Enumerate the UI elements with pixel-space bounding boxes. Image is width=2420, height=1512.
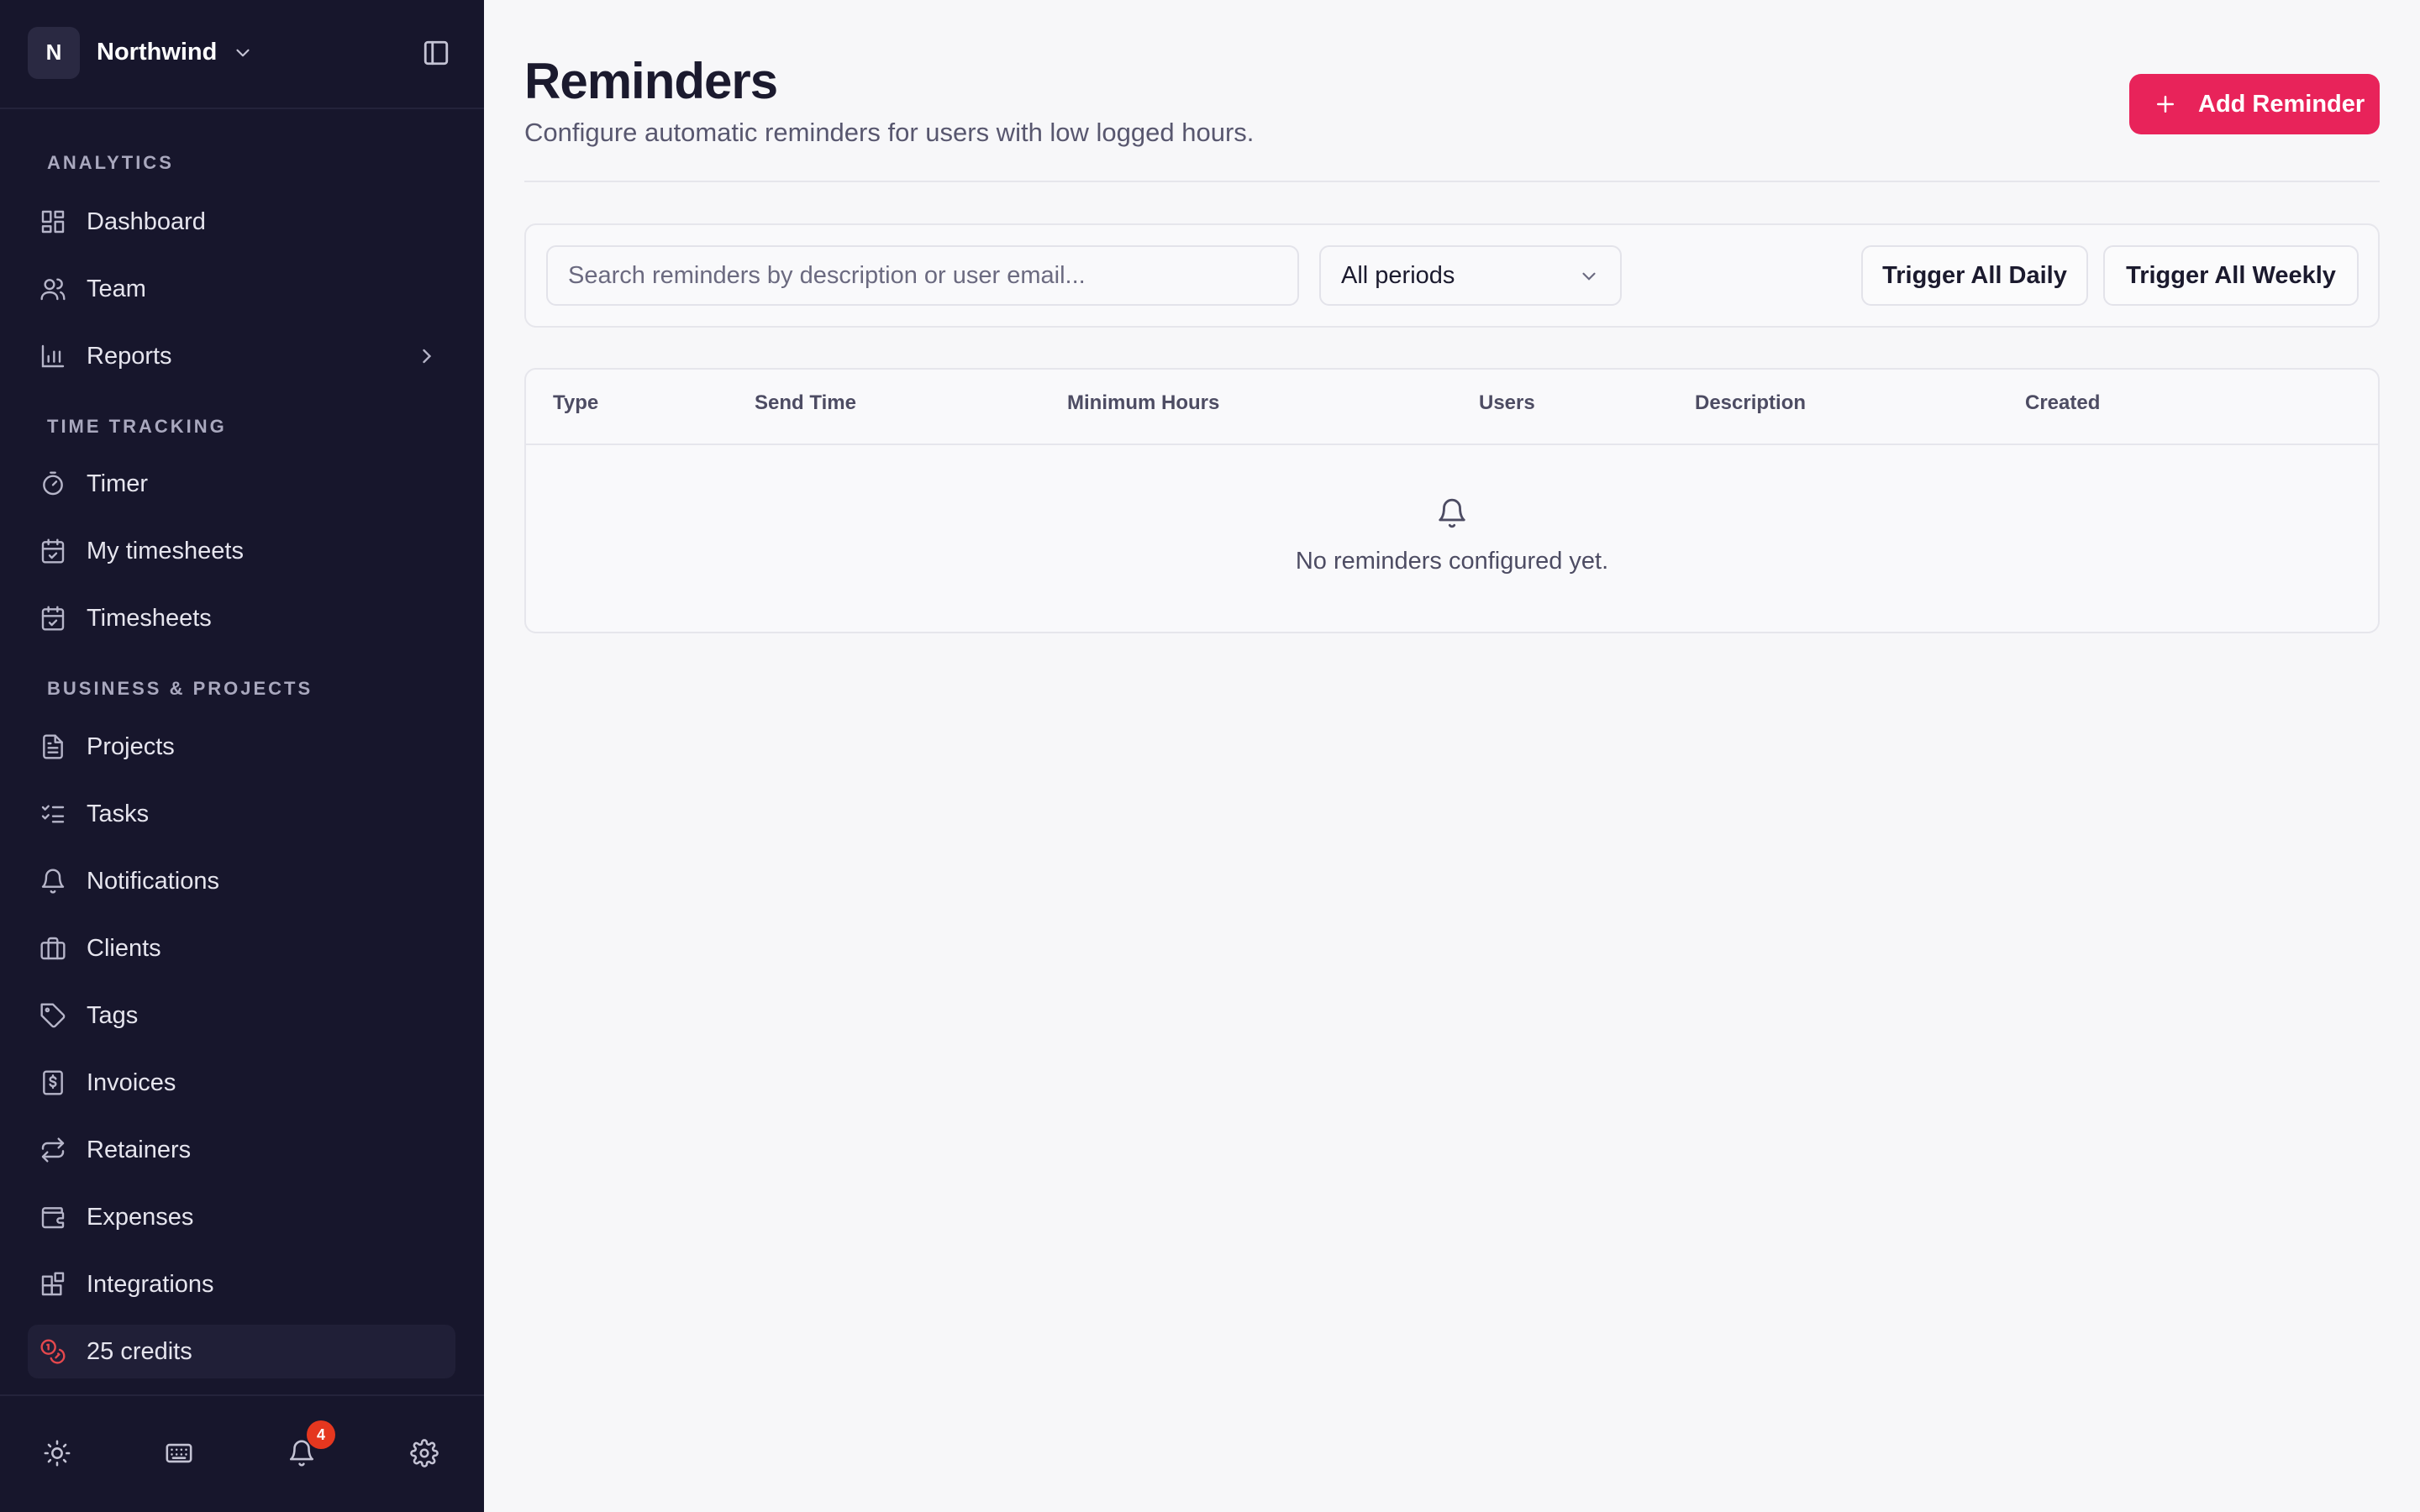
sidebar-toggle-icon[interactable]	[422, 39, 450, 67]
sidebar-item-tasks[interactable]: Tasks	[28, 787, 455, 841]
sidebar-item-label: Retainers	[87, 1136, 192, 1163]
org-name: Northwind	[97, 39, 218, 66]
sidebar-item-credits[interactable]: 25 credits	[28, 1325, 455, 1378]
sidebar-item-clients[interactable]: Clients	[28, 921, 455, 975]
page-subtitle: Configure automatic reminders for users …	[524, 118, 1255, 147]
bar-chart-icon	[41, 344, 65, 368]
sidebar-item-label: Clients	[87, 934, 161, 962]
receipt-dollar-icon	[43, 1070, 63, 1095]
sidebar-item-label: Team	[87, 275, 146, 302]
chevron-down-icon	[1582, 272, 1596, 281]
header-divider	[524, 181, 2380, 182]
sidebar-item-label: 25 credits	[87, 1337, 192, 1365]
page-title: Reminders	[524, 53, 778, 109]
sidebar-item-label: My timesheets	[87, 537, 244, 564]
dashboard-icon	[41, 210, 65, 234]
section-time-tracking: TIME TRACKING	[47, 416, 227, 437]
period-select[interactable]: All periods	[1319, 245, 1622, 306]
column-header-users[interactable]: Users	[1479, 391, 1535, 415]
empty-state-message: No reminders configured yet.	[1295, 548, 1609, 575]
sidebar: N Northwind ANALYTICS Dashboard Team Rep…	[0, 0, 484, 1512]
sidebar-item-retainers[interactable]: Retainers	[28, 1123, 455, 1177]
sidebar-item-projects[interactable]: Projects	[28, 720, 455, 774]
trigger-all-weekly-button[interactable]: Trigger All Weekly	[2103, 245, 2359, 306]
sidebar-item-label: Invoices	[87, 1068, 176, 1096]
add-reminder-label: Add Reminder	[2198, 90, 2365, 118]
sidebar-item-notifications[interactable]: Notifications	[28, 854, 455, 908]
section-analytics: ANALYTICS	[47, 152, 174, 173]
section-business-projects: BUSINESS & PROJECTS	[47, 678, 313, 699]
bell-icon	[41, 869, 65, 894]
chevron-right-icon	[423, 349, 432, 364]
wallet-icon	[41, 1207, 65, 1229]
sidebar-item-dashboard[interactable]: Dashboard	[28, 195, 455, 249]
bell-icon	[1439, 498, 1465, 528]
calendar-check-icon	[41, 606, 65, 631]
org-avatar: N	[28, 26, 80, 79]
calendar-check-icon	[41, 538, 65, 564]
sidebar-item-label: Projects	[87, 732, 175, 760]
sidebar-item-label: Tasks	[87, 800, 150, 827]
org-switcher[interactable]: N Northwind	[28, 26, 254, 79]
sidebar-item-tags[interactable]: Tags	[28, 989, 455, 1042]
table-header-divider	[526, 444, 2378, 445]
sidebar-item-team[interactable]: Team	[28, 262, 455, 316]
column-header-send-time[interactable]: Send Time	[755, 391, 856, 415]
sidebar-item-label: Notifications	[87, 867, 219, 895]
sidebar-item-label: Timer	[87, 470, 149, 497]
tag-icon	[40, 1003, 66, 1028]
repeat-icon	[41, 1137, 65, 1163]
briefcase-icon	[40, 937, 66, 960]
trigger-all-daily-button[interactable]: Trigger All Daily	[1861, 245, 2088, 306]
sidebar-divider	[0, 108, 484, 109]
notification-count-badge: 4	[307, 1420, 335, 1449]
users-icon	[40, 278, 66, 301]
sidebar-item-label: Tags	[87, 1001, 139, 1029]
sidebar-item-invoices[interactable]: Invoices	[28, 1056, 455, 1110]
sidebar-item-integrations[interactable]: Integrations	[28, 1257, 455, 1311]
period-select-value: All periods	[1341, 261, 1455, 289]
sidebar-item-timer[interactable]: Timer	[28, 457, 455, 511]
list-checks-icon	[41, 805, 65, 823]
sidebar-item-label: Timesheets	[87, 604, 212, 632]
file-text-icon	[43, 734, 63, 759]
add-reminder-button[interactable]: Add Reminder	[2129, 74, 2380, 134]
sidebar-item-label: Integrations	[87, 1270, 214, 1298]
keyboard-icon[interactable]	[165, 1439, 193, 1467]
coins-icon	[40, 1339, 66, 1364]
sidebar-item-timesheets[interactable]: Timesheets	[28, 591, 455, 645]
sidebar-item-label: Dashboard	[87, 207, 206, 235]
column-header-description[interactable]: Description	[1695, 391, 1806, 415]
column-header-type[interactable]: Type	[553, 391, 598, 415]
search-input[interactable]	[546, 245, 1299, 306]
chevron-down-icon	[236, 49, 250, 56]
blocks-icon	[41, 1272, 65, 1296]
sidebar-item-reports[interactable]: Reports	[28, 329, 455, 383]
plus-icon	[2157, 96, 2174, 113]
sidebar-item-my-timesheets[interactable]: My timesheets	[28, 524, 455, 578]
sun-icon[interactable]	[43, 1439, 71, 1467]
sidebar-item-label: Reports	[87, 342, 172, 370]
sidebar-item-expenses[interactable]: Expenses	[28, 1190, 455, 1244]
gear-icon[interactable]	[410, 1439, 439, 1467]
sidebar-item-label: Expenses	[87, 1203, 194, 1231]
timer-icon	[43, 471, 63, 496]
column-header-minimum-hours[interactable]: Minimum Hours	[1067, 391, 1219, 415]
column-header-created[interactable]: Created	[2025, 391, 2100, 415]
